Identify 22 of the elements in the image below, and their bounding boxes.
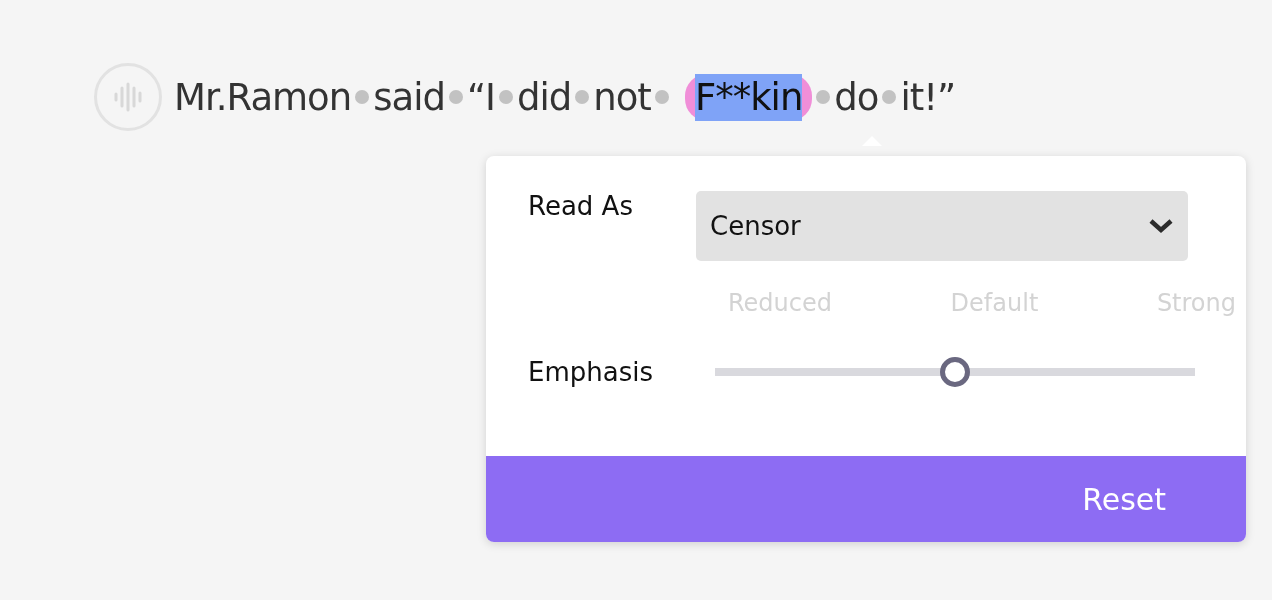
word-separator-dot [882, 90, 897, 104]
slider-thumb[interactable] [940, 357, 970, 387]
word-separator-dot [654, 90, 669, 104]
reset-button[interactable]: Reset [1082, 477, 1166, 521]
chevron-down-icon [1148, 218, 1174, 234]
emphasis-label: Emphasis [528, 357, 654, 387]
read-as-dropdown[interactable]: Censor [696, 191, 1188, 261]
word[interactable]: said [373, 75, 445, 119]
word-separator-dot [499, 90, 513, 104]
word[interactable]: it!” [900, 75, 956, 119]
word[interactable]: “I [466, 75, 495, 119]
word[interactable]: not [593, 75, 651, 119]
word-highlight[interactable]: F**kin [684, 73, 813, 121]
emphasis-slider[interactable] [715, 357, 1195, 387]
word[interactable]: do [834, 75, 879, 119]
word[interactable]: did [517, 75, 572, 119]
word[interactable]: Mr.Ramon [174, 75, 352, 119]
word-separator-dot [355, 90, 370, 104]
word-separator-dot [575, 90, 590, 104]
word-separator-dot [448, 90, 463, 104]
read-as-label: Read As [528, 191, 634, 221]
word-separator-dot [816, 90, 831, 104]
